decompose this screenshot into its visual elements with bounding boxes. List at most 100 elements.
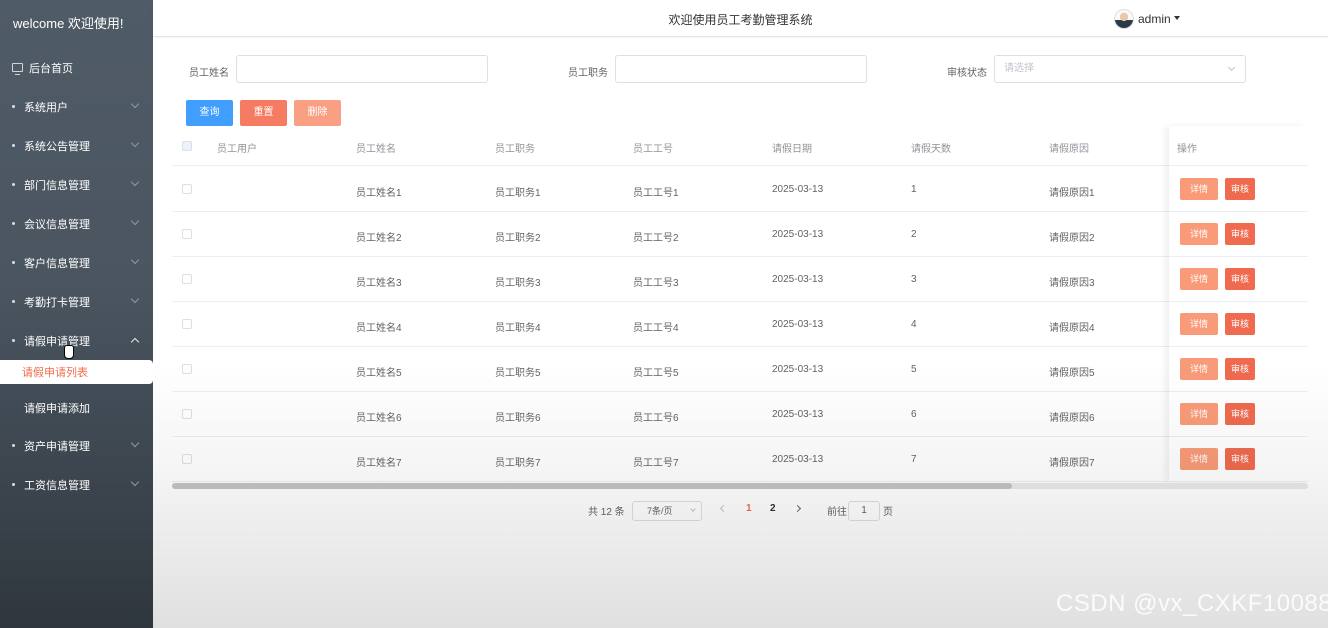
top-header: 欢迎使用员工考勤管理系统 admin [153,0,1328,37]
cell-date: 2025-03-13 [772,319,824,330]
cell-name: 员工姓名1 [356,188,402,199]
cell-date: 2025-03-13 [772,229,824,240]
audit-button[interactable]: 审核 [1225,178,1255,200]
filter-name-input[interactable] [236,55,488,83]
user-menu[interactable]: admin [1114,9,1180,29]
caret-down-icon [1173,16,1180,20]
filter-name-label: 员工姓名 [189,68,229,79]
audit-button[interactable]: 审核 [1225,448,1255,470]
sidebar-item-meetings[interactable]: 会议信息管理 [0,204,153,243]
row-checkbox[interactable] [182,184,192,194]
cell-number: 员工工号4 [633,323,679,334]
filter-position-input[interactable] [615,55,867,83]
cell-name: 员工姓名4 [356,323,402,334]
audit-button[interactable]: 审核 [1225,403,1255,425]
cell-number: 员工工号1 [633,188,679,199]
row-checkbox[interactable] [182,229,192,239]
chevron-down-icon [130,438,140,448]
cell-number: 员工工号3 [633,278,679,289]
goto-page-input[interactable]: 1 [848,501,880,521]
sidebar: welcome 欢迎使用! 后台首页 系统用户 系统公告管理 部门信息管理 会议… [0,0,153,628]
row-checkbox[interactable] [182,409,192,419]
audit-button[interactable]: 审核 [1225,358,1255,380]
cell-number: 员工工号6 [633,413,679,424]
sidebar-item-salary[interactable]: 工资信息管理 [0,465,153,504]
chevron-down-icon [1227,63,1236,72]
column-header: 操作 [1177,144,1197,155]
filter-status-label: 审核状态 [947,68,987,79]
cell-name: 员工姓名3 [356,278,402,289]
cell-position: 员工职务1 [495,188,541,199]
sidebar-item-label: 部门信息管理 [24,179,90,192]
page-size-value: 7条/页 [647,506,673,516]
detail-button[interactable]: 详情 [1180,223,1218,245]
cell-reason: 请假原因3 [1049,278,1095,289]
sidebar-item-announcements[interactable]: 系统公告管理 [0,126,153,165]
chevron-down-icon [130,177,140,187]
chevron-up-icon [130,337,140,347]
detail-button[interactable]: 详情 [1180,448,1218,470]
filter-status-select[interactable]: 请选择 [994,55,1246,83]
chevron-down-icon [130,294,140,304]
bullet-icon [12,222,15,225]
cell-position: 员工职务2 [495,233,541,244]
sidebar-item-departments[interactable]: 部门信息管理 [0,165,153,204]
pagination-total: 共 12 条 [588,507,625,518]
column-header: 员工用户 [217,144,257,155]
audit-button[interactable]: 审核 [1225,313,1255,335]
cell-reason: 请假原因4 [1049,323,1095,334]
cell-date: 2025-03-13 [772,409,824,420]
detail-button[interactable]: 详情 [1180,358,1218,380]
sidebar-subitem-leave-list[interactable]: 请假申请列表 [0,360,153,384]
sidebar-item-assets[interactable]: 资产申请管理 [0,426,153,465]
cell-date: 2025-03-13 [772,274,824,285]
page-size-select[interactable]: 7条/页 [632,501,702,521]
detail-button[interactable]: 详情 [1180,268,1218,290]
scrollbar-thumb[interactable] [172,483,1012,489]
table-row: 员工姓名7 员工职务7 员工工号7 2025-03-13 7 请假原因7 详情 … [172,437,1308,482]
monitor-icon [12,63,23,75]
query-button[interactable]: 查询 [186,100,233,126]
page-number[interactable]: 2 [770,503,776,514]
sidebar-item-home[interactable]: 后台首页 [0,48,153,87]
detail-button[interactable]: 详情 [1180,178,1218,200]
sidebar-item-leave[interactable]: 请假申请管理 [0,321,153,360]
page-number-current[interactable]: 1 [746,503,752,514]
chevron-down-icon [130,216,140,226]
detail-button[interactable]: 详情 [1180,313,1218,335]
audit-button[interactable]: 审核 [1225,223,1255,245]
column-header: 员工工号 [633,144,673,155]
chevron-down-icon [690,506,696,512]
cell-reason: 请假原因6 [1049,413,1095,424]
sidebar-item-customers[interactable]: 客户信息管理 [0,243,153,282]
detail-button[interactable]: 详情 [1180,403,1218,425]
cell-date: 2025-03-13 [772,184,824,195]
column-header: 员工姓名 [356,144,396,155]
table-row: 员工姓名1 员工职务1 员工工号1 2025-03-13 1 请假原因1 详情 … [172,167,1308,212]
cell-name: 员工姓名2 [356,233,402,244]
sidebar-welcome-title: welcome 欢迎使用! [13,16,124,31]
row-checkbox[interactable] [182,454,192,464]
sidebar-subitem-leave-add[interactable]: 请假申请添加 [0,390,153,426]
delete-button[interactable]: 删除 [294,100,341,126]
cell-days: 4 [911,319,917,330]
chevron-down-icon [130,99,140,109]
sidebar-item-system-users[interactable]: 系统用户 [0,87,153,126]
cell-position: 员工职务3 [495,278,541,289]
row-checkbox[interactable] [182,319,192,329]
cell-date: 2025-03-13 [772,454,824,465]
cell-days: 6 [911,409,917,420]
table-horizontal-scrollbar[interactable] [172,483,1308,489]
row-checkbox[interactable] [182,364,192,374]
column-header: 请假日期 [772,144,812,155]
row-checkbox[interactable] [182,274,192,284]
sidebar-item-label: 会议信息管理 [24,218,90,231]
table-row: 员工姓名5 员工职务5 员工工号5 2025-03-13 5 请假原因5 详情 … [172,347,1308,392]
cell-reason: 请假原因1 [1049,188,1095,199]
select-all-checkbox[interactable] [182,141,192,151]
sidebar-item-attendance[interactable]: 考勤打卡管理 [0,282,153,321]
reset-button[interactable]: 重置 [240,100,287,126]
audit-button[interactable]: 审核 [1225,268,1255,290]
bullet-icon [12,183,15,186]
bullet-icon [12,300,15,303]
